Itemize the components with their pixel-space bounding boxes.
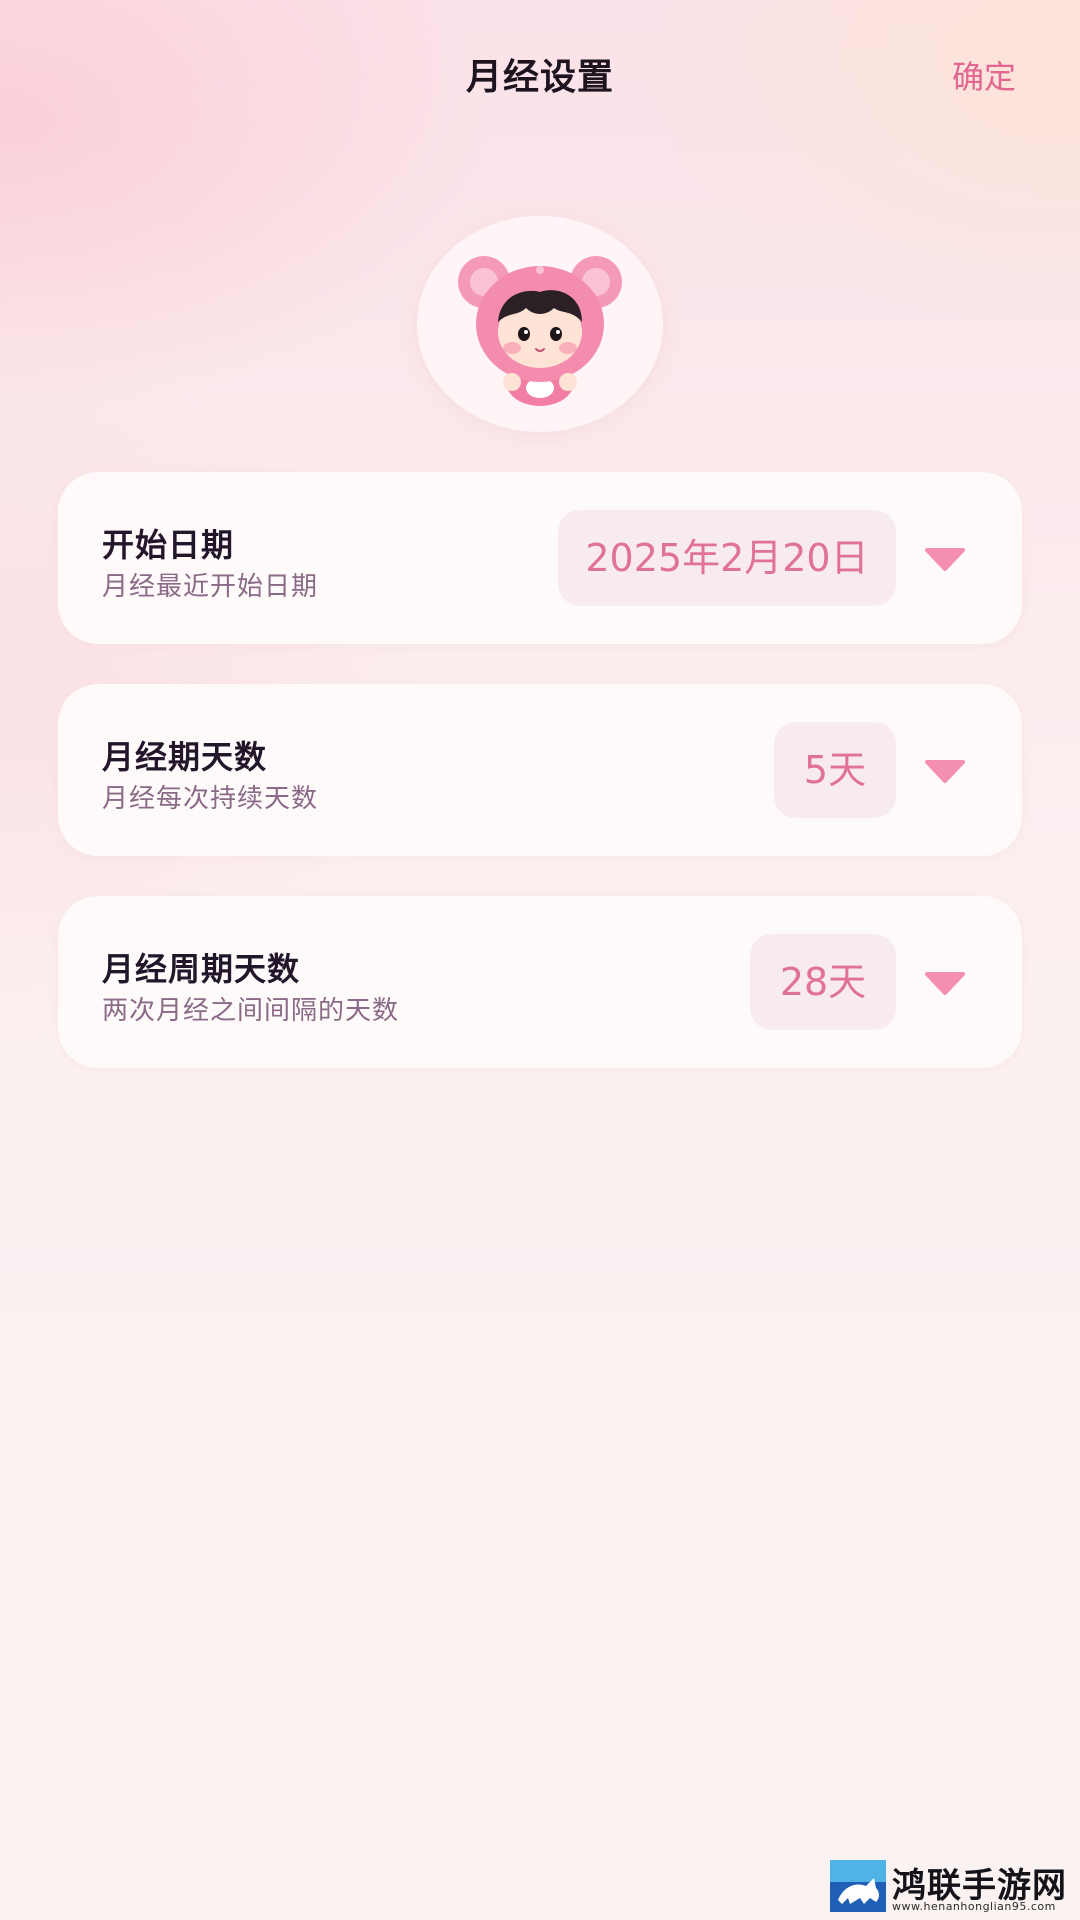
cycle-days-value[interactable]: 28天 xyxy=(750,934,896,1030)
setting-subtitle: 两次月经之间间隔的天数 xyxy=(102,996,400,1026)
setting-title: 月经期天数 xyxy=(102,738,268,776)
setting-card-cycle-days: 月经周期天数 两次月经之间间隔的天数 28天 xyxy=(58,896,1022,1068)
confirm-button[interactable]: 确定 xyxy=(952,52,1016,98)
watermark: 鸿联手游网 www.henanhonglian95.com xyxy=(830,1856,1070,1916)
page-title: 月经设置 xyxy=(465,57,614,98)
setting-card-period-days: 月经期天数 月经每次持续天数 5天 xyxy=(58,684,1022,856)
bear-hood-mascot-icon xyxy=(458,256,622,406)
watermark-logo-icon xyxy=(830,1860,886,1912)
start-date-value[interactable]: 2025年2月20日 xyxy=(558,510,896,606)
top-bar: 月经设置 确定 xyxy=(0,0,1080,150)
chevron-down-icon[interactable] xyxy=(924,758,966,784)
setting-subtitle: 月经最近开始日期 xyxy=(102,572,319,602)
chevron-down-icon[interactable] xyxy=(924,546,966,572)
avatar xyxy=(417,216,663,432)
setting-title: 开始日期 xyxy=(102,526,235,564)
period-days-value[interactable]: 5天 xyxy=(774,722,896,818)
setting-card-start-date: 开始日期 月经最近开始日期 2025年2月20日 xyxy=(58,472,1022,644)
setting-subtitle: 月经每次持续天数 xyxy=(102,784,319,814)
chevron-down-icon[interactable] xyxy=(924,970,966,996)
watermark-url: www.henanhonglian95.com xyxy=(892,1900,1056,1913)
setting-title: 月经周期天数 xyxy=(102,950,301,988)
